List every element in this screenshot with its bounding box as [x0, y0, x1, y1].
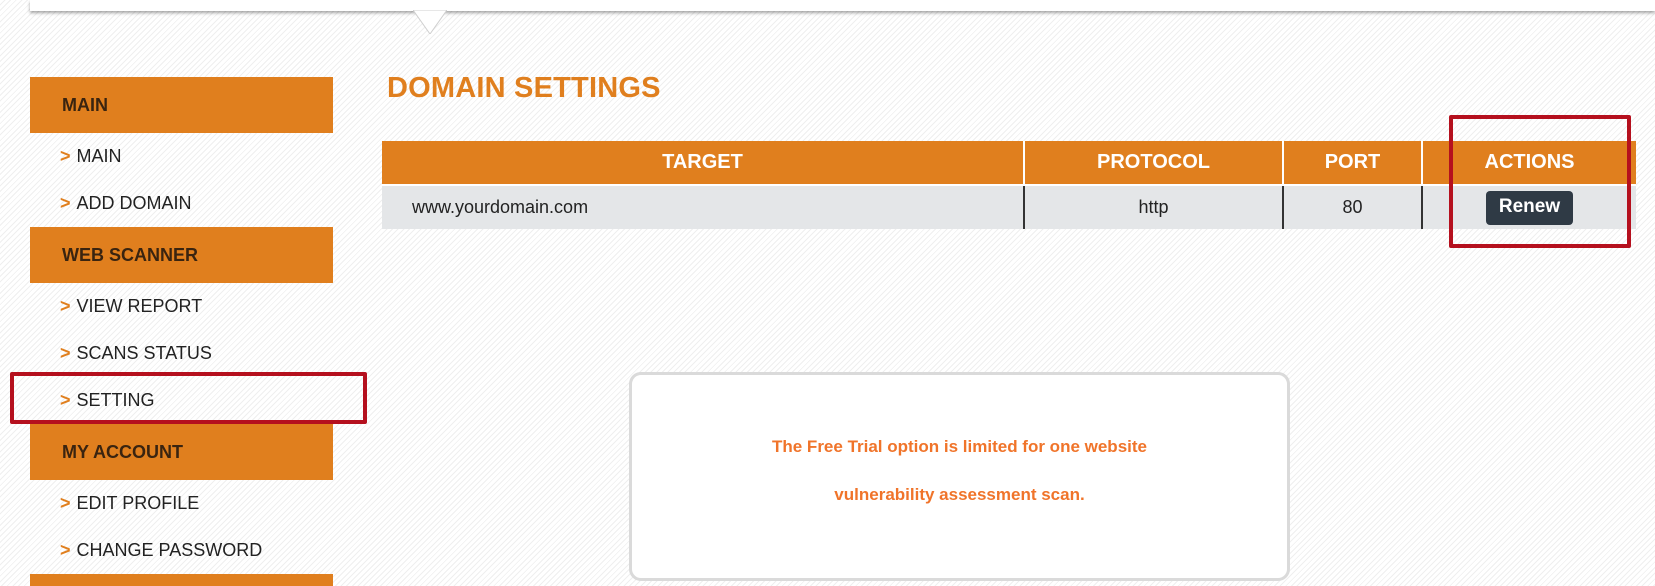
notice-line-2: vulnerability assessment scan.	[834, 484, 1085, 504]
chevron-right-icon: >	[60, 343, 71, 363]
top-bar-pointer	[413, 10, 447, 34]
notice-line-1: The Free Trial option is limited for one…	[771, 436, 1147, 456]
column-header-port: PORT	[1283, 141, 1423, 185]
sidebar-item-label: CHANGE PASSWORD	[76, 540, 263, 560]
sidebar-item-label: VIEW REPORT	[76, 296, 203, 316]
sidebar-item-label: EDIT PROFILE	[76, 493, 200, 513]
sidebar-header-web-scanner: WEB SCANNER	[30, 227, 333, 283]
sidebar-next-header	[30, 574, 333, 586]
domain-table: TARGET PROTOCOL PORT ACTIONS www.yourdom…	[382, 141, 1636, 229]
sidebar-item-add-domain[interactable]: > ADD DOMAIN	[30, 180, 333, 227]
top-bar	[30, 0, 1655, 11]
sidebar-header-main: MAIN	[30, 77, 333, 133]
sidebar-header-my-account: MY ACCOUNT	[30, 424, 333, 480]
sidebar-item-label: MAIN	[76, 146, 122, 166]
sidebar-item-label: SCANS STATUS	[76, 343, 212, 363]
chevron-right-icon: >	[60, 193, 71, 213]
port-cell: 80	[1283, 184, 1423, 229]
chevron-right-icon: >	[60, 146, 71, 166]
setting-highlight-box	[10, 372, 367, 424]
sidebar-item-label: ADD DOMAIN	[76, 193, 192, 213]
sidebar-item-main[interactable]: > MAIN	[30, 133, 333, 180]
sidebar-item-edit-profile[interactable]: > EDIT PROFILE	[30, 480, 333, 527]
sidebar: MAIN > MAIN > ADD DOMAIN WEB SCANNER > V…	[30, 77, 333, 586]
column-header-protocol: PROTOCOL	[1024, 141, 1284, 185]
protocol-cell: http	[1024, 184, 1284, 229]
chevron-right-icon: >	[60, 540, 71, 560]
sidebar-item-view-report[interactable]: > VIEW REPORT	[30, 283, 333, 330]
column-header-target: TARGET	[382, 141, 1025, 185]
free-trial-notice: The Free Trial option is limited for one…	[629, 372, 1290, 581]
actions-highlight-box	[1449, 115, 1631, 248]
target-cell: www.yourdomain.com	[382, 184, 1025, 229]
sidebar-item-change-password[interactable]: > CHANGE PASSWORD	[30, 527, 333, 574]
table-header-row: TARGET PROTOCOL PORT ACTIONS	[382, 141, 1636, 185]
chevron-right-icon: >	[60, 296, 71, 316]
chevron-right-icon: >	[60, 493, 71, 513]
page-title: DOMAIN SETTINGS	[387, 72, 661, 104]
table-row: www.yourdomain.com http 80 Renew	[382, 184, 1636, 229]
sidebar-item-scans-status[interactable]: > SCANS STATUS	[30, 330, 333, 377]
